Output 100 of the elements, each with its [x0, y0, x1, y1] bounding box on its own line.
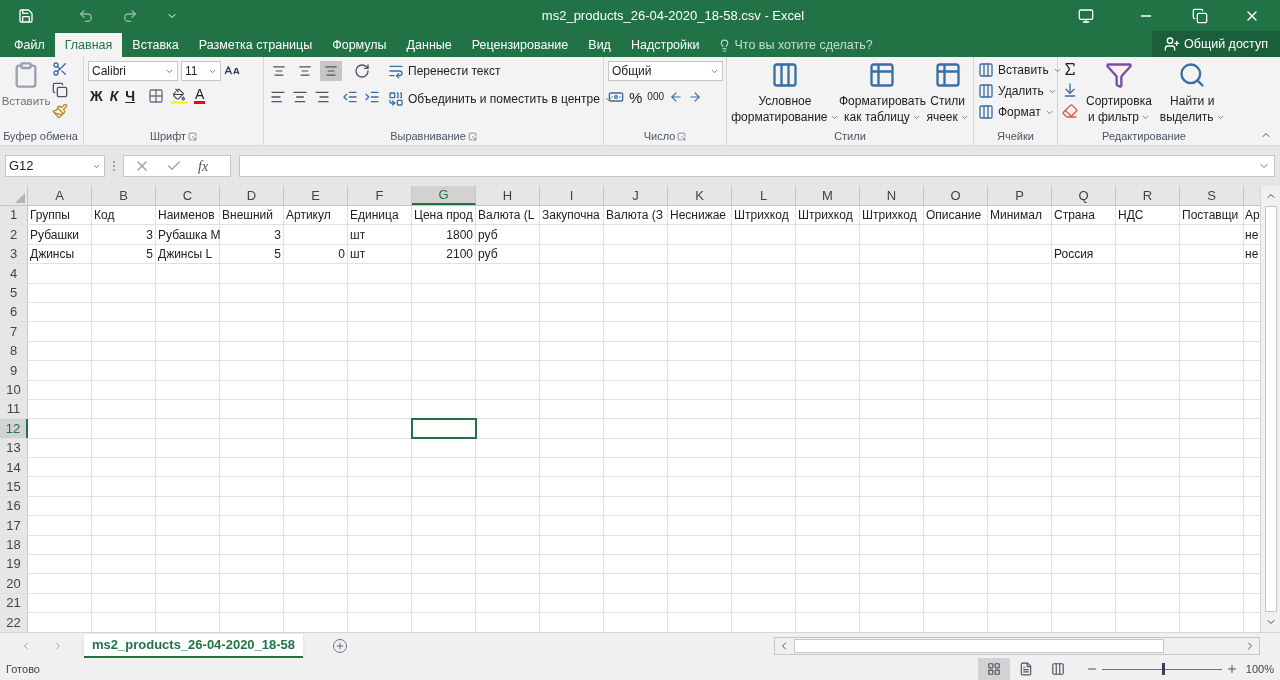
sheet-tab[interactable]: ms2_products_26-04-2020_18-58	[84, 633, 304, 658]
table-cell-text: Джинсы	[29, 245, 76, 263]
zoom-slider[interactable]	[1101, 663, 1222, 675]
insert-function-button[interactable]: fx	[198, 155, 209, 177]
column-header[interactable]: M	[796, 186, 860, 205]
column-header[interactable]: O	[924, 186, 988, 205]
row-header[interactable]: 1	[0, 206, 28, 225]
cells-button[interactable]: Вставить	[978, 61, 1062, 79]
column-header[interactable]: I	[540, 186, 604, 205]
table-cell-text: 2100	[445, 245, 474, 263]
horizontal-scrollbar[interactable]	[774, 636, 1260, 655]
row-header[interactable]: 4	[0, 264, 28, 283]
paste-button[interactable]: Вставить	[4, 61, 48, 111]
ribbon-tab[interactable]: Данные	[396, 33, 462, 57]
font-color-button[interactable]: A	[194, 87, 206, 104]
column-header[interactable]: K	[668, 186, 732, 205]
table-cell-text: Наименов	[157, 207, 216, 225]
formula-field[interactable]	[239, 155, 1275, 177]
font-size-field[interactable]: 11	[181, 61, 221, 81]
align-left-icon[interactable]	[270, 89, 286, 105]
font-name-field[interactable]: Calibri	[88, 61, 178, 81]
decrease-decimal-icon[interactable]	[688, 90, 703, 104]
merge-center-button[interactable]: Объединить и поместить в центре	[388, 89, 613, 109]
align-center-icon[interactable]	[292, 89, 308, 105]
column-header[interactable]: N	[860, 186, 924, 205]
ribbon-tab[interactable]: Разметка страницы	[188, 33, 323, 57]
zoom-in-icon[interactable]	[1225, 663, 1238, 675]
align-right-icon[interactable]	[314, 89, 330, 105]
row-header[interactable]: 22	[0, 613, 28, 632]
normal-view-button[interactable]	[977, 658, 1010, 680]
format-painter-icon[interactable]	[52, 103, 68, 119]
row-header[interactable]: 19	[0, 555, 28, 574]
column-header[interactable]: S	[1180, 186, 1244, 205]
column-header[interactable]: P	[988, 186, 1052, 205]
column-header[interactable]: E	[284, 186, 348, 205]
column-header[interactable]: A	[28, 186, 92, 205]
ribbon-tab[interactable]: Вид	[578, 33, 621, 57]
column-header[interactable]: D	[220, 186, 284, 205]
increase-indent-icon[interactable]	[364, 89, 380, 105]
ribbon-tab[interactable]: Главная	[54, 33, 123, 57]
orientation-icon[interactable]	[354, 63, 370, 79]
row-header[interactable]: 17	[0, 516, 28, 535]
dialog-launcher-icon[interactable]	[467, 132, 477, 141]
comma-style-button[interactable]: 000	[647, 92, 665, 102]
row-header[interactable]: 12	[0, 419, 28, 438]
cells-button[interactable]: Удалить	[978, 82, 1062, 100]
ribbon-display-icon[interactable]	[1078, 7, 1094, 24]
ribbon-button[interactable]: Сортировка и фильтр	[1086, 61, 1152, 125]
row-header[interactable]: 14	[0, 458, 28, 477]
align-icon	[298, 64, 312, 78]
fill-icon[interactable]	[1062, 82, 1078, 98]
row-header[interactable]: 20	[0, 574, 28, 593]
dialog-launcher-icon[interactable]	[677, 132, 687, 141]
cut-icon[interactable]	[52, 61, 68, 77]
column-header[interactable]: C	[156, 186, 220, 205]
restore-icon[interactable]	[1192, 7, 1208, 24]
copy-icon[interactable]	[52, 82, 68, 98]
tell-me-field[interactable]: Что вы хотите сделать?	[734, 35, 873, 55]
dialog-launcher-icon[interactable]	[188, 132, 198, 141]
percent-button[interactable]: %	[629, 89, 643, 105]
fill-color-icon[interactable]	[171, 87, 188, 104]
share-button[interactable]: Общий доступ	[1152, 31, 1280, 57]
save-icon[interactable]	[18, 7, 34, 24]
currency-icon[interactable]	[608, 89, 624, 105]
underline-button[interactable]: Ч	[125, 88, 136, 103]
increase-decimal-icon[interactable]	[669, 90, 684, 104]
number-format-field[interactable]: Общий	[608, 61, 723, 81]
column-header[interactable]: B	[92, 186, 156, 205]
vertical-scrollbar[interactable]	[1260, 186, 1280, 632]
ribbon-button[interactable]: Стили ячеек	[926, 61, 969, 125]
column-header[interactable]: H	[476, 186, 540, 205]
bold-button[interactable]: Ж	[90, 88, 103, 103]
autosum-icon[interactable]	[1062, 61, 1078, 77]
borders-icon[interactable]	[148, 87, 165, 104]
ribbon-tab[interactable]: Формулы	[322, 33, 397, 57]
column-header[interactable]: J	[604, 186, 668, 205]
cells-button[interactable]: Формат	[978, 103, 1062, 121]
vertical-align-button[interactable]	[320, 61, 342, 81]
column-header[interactable]: R	[1116, 186, 1180, 205]
column-header[interactable]: G	[412, 186, 476, 205]
selected-cell[interactable]	[412, 419, 476, 438]
column-header[interactable]: Q	[1052, 186, 1116, 205]
view-icon	[1018, 662, 1033, 676]
wrap-text-button[interactable]: Перенести текст	[388, 61, 501, 81]
column-header[interactable]: L	[732, 186, 796, 205]
ribbon-tab[interactable]: Вставка	[122, 33, 189, 57]
ribbon-button[interactable]: Найти и выделить	[1159, 61, 1225, 125]
ribbon-tab[interactable]: Файл	[4, 33, 55, 57]
row-header[interactable]: 9	[0, 361, 28, 380]
row-header[interactable]: 7	[0, 322, 28, 341]
ribbon-tab[interactable]: Рецензирование	[461, 33, 579, 57]
name-box[interactable]: G12	[5, 155, 105, 177]
ribbon-tab[interactable]: Надстройки	[620, 33, 710, 57]
row-header[interactable]: 2	[0, 225, 28, 244]
row-header[interactable]: 15	[0, 477, 28, 496]
ribbon-button[interactable]: Форматировать как таблицу	[838, 61, 926, 125]
ribbon-button[interactable]: Условное форматирование	[731, 61, 839, 125]
italic-button[interactable]: К	[109, 88, 119, 103]
clear-icon[interactable]	[1062, 103, 1078, 119]
decrease-indent-icon[interactable]	[342, 89, 358, 105]
